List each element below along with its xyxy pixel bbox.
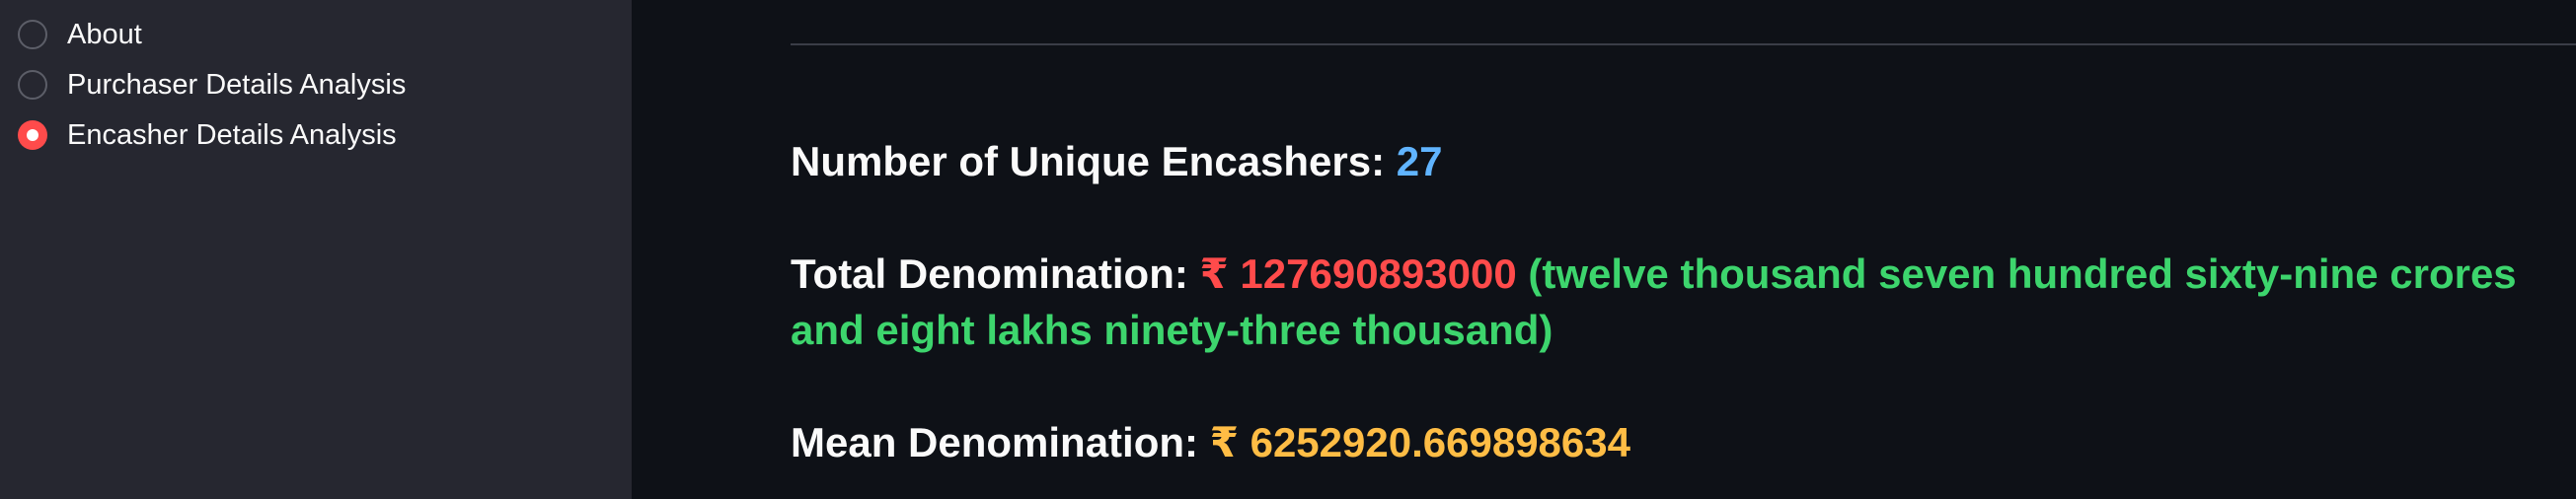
sidebar: About Purchaser Details Analysis Encashe… xyxy=(0,0,632,499)
unique-encashers-value: 27 xyxy=(1396,138,1443,184)
radio-label-encasher-details-analysis[interactable]: Encasher Details Analysis xyxy=(67,118,397,152)
total-denomination-stat: Total Denomination: ₹ 127690893000 (twel… xyxy=(791,246,2567,358)
radio-option-encasher-details-analysis[interactable]: Encasher Details Analysis xyxy=(18,109,406,160)
page-radio-group: About Purchaser Details Analysis Encashe… xyxy=(18,9,406,160)
unique-encashers-stat: Number of Unique Encashers: 27 xyxy=(791,133,2567,189)
main-content: Number of Unique Encashers: 27 Total Den… xyxy=(632,0,2576,499)
radio-button-about[interactable] xyxy=(18,19,47,49)
total-denomination-value: ₹ 127690893000 xyxy=(1199,250,1517,297)
mean-denomination-label: Mean Denomination: xyxy=(791,419,1199,465)
mean-denomination-stat: Mean Denomination: ₹ 6252920.669898634 xyxy=(791,414,2567,470)
mean-denomination-value: ₹ 6252920.669898634 xyxy=(1209,419,1630,465)
horizontal-divider xyxy=(791,43,2576,45)
radio-option-purchaser-details-analysis[interactable]: Purchaser Details Analysis xyxy=(18,59,406,109)
radio-option-about[interactable]: About xyxy=(18,9,406,59)
radio-button-purchaser-details-analysis[interactable] xyxy=(18,69,47,100)
radio-button-encasher-details-analysis[interactable] xyxy=(18,119,47,150)
unique-encashers-label: Number of Unique Encashers: xyxy=(791,138,1386,184)
radio-selected-dot xyxy=(27,128,38,141)
app-window: About Purchaser Details Analysis Encashe… xyxy=(0,0,2576,499)
radio-label-purchaser-details-analysis[interactable]: Purchaser Details Analysis xyxy=(67,68,406,102)
total-denomination-label: Total Denomination: xyxy=(791,250,1188,297)
radio-label-about[interactable]: About xyxy=(67,18,142,51)
